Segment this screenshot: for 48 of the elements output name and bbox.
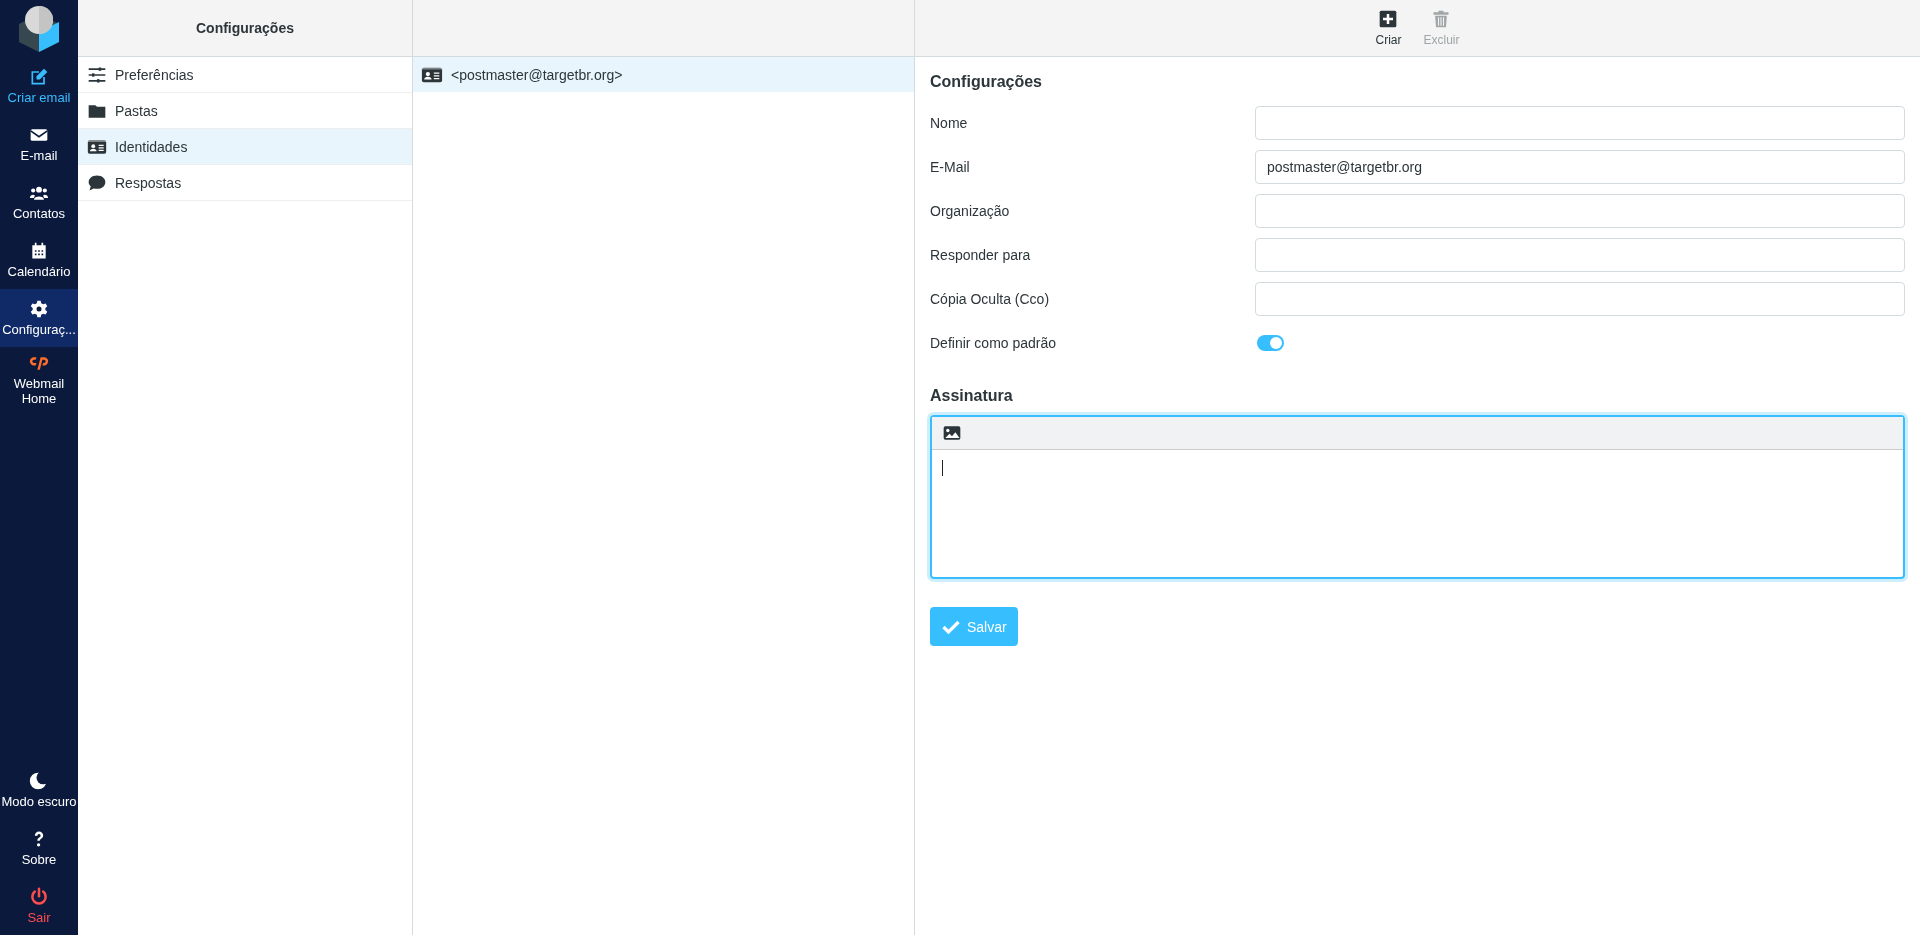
nav-label: Sair xyxy=(27,910,51,926)
input-field[interactable] xyxy=(1255,194,1905,228)
nav-item[interactable]: Sobre xyxy=(0,819,78,877)
input-field[interactable] xyxy=(1255,282,1905,316)
plus-square-icon xyxy=(1378,9,1399,29)
input-field[interactable] xyxy=(1255,106,1905,140)
field-label: Definir como padrão xyxy=(930,335,1058,351)
signature-editor[interactable] xyxy=(930,415,1905,579)
nav-item[interactable]: Calendário xyxy=(0,231,78,289)
nav-item[interactable]: Contatos xyxy=(0,173,78,231)
calendar-icon xyxy=(29,240,49,261)
field-label: Responder para xyxy=(930,247,1032,263)
column-header: Configurações xyxy=(78,0,412,57)
nav-item[interactable]: E-mail xyxy=(0,115,78,173)
settings-item[interactable]: Identidades xyxy=(78,129,412,165)
nav-label: Configuraç... xyxy=(2,322,76,338)
pencil-square-icon xyxy=(29,66,49,87)
input-field[interactable] xyxy=(1255,238,1905,272)
nav-item[interactable]: Webmail Home xyxy=(0,347,78,413)
field-label: E-Mail xyxy=(930,159,971,175)
moon-icon xyxy=(29,770,49,791)
section-title: Assinatura xyxy=(930,387,1014,405)
input-field[interactable]: postmaster@targetbr.org xyxy=(1255,150,1905,184)
nav-label: E-mail xyxy=(20,148,58,164)
nav-item[interactable]: Criar email xyxy=(0,57,78,115)
nav-label: Calendário xyxy=(7,264,71,280)
nav-item[interactable]: Modo escuro xyxy=(0,761,78,819)
nav-label: Webmail Home xyxy=(12,377,66,407)
settings-item[interactable]: Preferências xyxy=(78,57,412,93)
nav-label: Sobre xyxy=(21,852,57,868)
nav-item[interactable]: Sair xyxy=(0,877,78,935)
field-label: Organização xyxy=(930,203,1011,219)
field-label: Nome xyxy=(930,115,969,131)
identity-item[interactable]: <postmaster@targetbr.org> xyxy=(413,57,914,92)
settings-item[interactable]: Respostas xyxy=(78,165,412,201)
toolbar-button[interactable]: Criar xyxy=(1371,5,1406,51)
image-icon xyxy=(942,423,962,443)
field-label: Cópia Oculta (Cco) xyxy=(930,291,1051,307)
nav-item[interactable]: Configuraç... xyxy=(0,289,78,347)
nav-label: Modo escuro xyxy=(1,794,77,810)
toggle-switch[interactable] xyxy=(1257,335,1284,351)
power-icon xyxy=(29,886,49,907)
nav-label: Contatos xyxy=(12,206,65,222)
section-title: Configurações xyxy=(930,73,1043,91)
trash-icon xyxy=(1431,9,1452,29)
settings-icon xyxy=(29,298,49,319)
nav-label: Criar email xyxy=(7,90,71,106)
text-cursor xyxy=(942,460,943,476)
